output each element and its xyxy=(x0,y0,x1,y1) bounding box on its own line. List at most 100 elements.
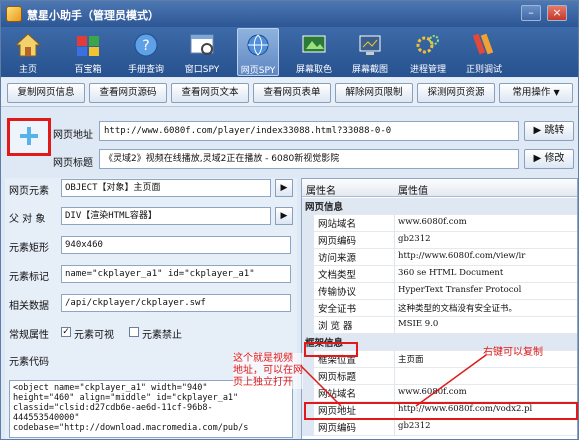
tool-regex[interactable]: 正则调试 xyxy=(463,28,505,76)
tool-manual[interactable]: ? 手册查询 xyxy=(125,28,167,76)
crosshair-icon xyxy=(20,127,38,145)
row-gutter xyxy=(302,249,314,266)
detect-resources-button[interactable]: 探测网页资源 xyxy=(417,83,495,103)
modify-button[interactable]: ▶ 修改 xyxy=(524,149,574,169)
row-gutter xyxy=(302,232,314,249)
markup-field[interactable]: name="ckplayer_a1" id="ckplayer_a1" xyxy=(61,265,291,283)
property-value: gb2312 xyxy=(398,421,431,431)
title-bar: 慧星小助手（管理员模式） – × xyxy=(1,1,578,27)
tool-label: 屏幕截图 xyxy=(351,65,388,75)
tool-web-spy[interactable]: 网页SPY xyxy=(237,28,279,76)
element-panel: 网页元素 OBJECT【对象】主页面 ▶ 父 对 象 DIV【渲染HTML容器】… xyxy=(5,178,297,439)
main-toolbar: 主页 百宝箱 ? 手册查询 窗口SPY 网页SPY 屏幕取色 屏幕截图 进程管理 xyxy=(1,27,578,77)
disabled-checkbox-label: 元素禁止 xyxy=(142,330,182,341)
tool-process[interactable]: 进程管理 xyxy=(407,28,449,76)
rect-label: 元素矩形 xyxy=(9,243,49,254)
element-label: 网页元素 xyxy=(9,186,49,197)
column-separator xyxy=(394,249,395,266)
property-name: 访问来源 xyxy=(318,253,357,264)
tool-toolbox[interactable]: 百宝箱 xyxy=(67,28,109,76)
modify-label: 修改 xyxy=(544,153,565,164)
process-icon xyxy=(416,35,439,54)
row-gutter xyxy=(302,317,314,334)
data-field[interactable]: /api/ckplayer/ckplayer.swf xyxy=(61,294,291,312)
column-separator xyxy=(394,283,395,300)
tool-label: 百宝箱 xyxy=(74,65,102,75)
code-label: 元素代码 xyxy=(9,357,49,368)
visible-checkbox[interactable]: ✓ xyxy=(61,327,71,337)
help-icon: ? xyxy=(134,33,158,57)
row-gutter xyxy=(302,215,314,232)
jump-button[interactable]: ▶ 跳转 xyxy=(524,121,574,141)
grid-property-row[interactable]: 传输协议 HyperText Transfer Protocol xyxy=(302,283,577,300)
property-value: MSIE 9.0 xyxy=(398,319,439,329)
annotation-note-left: 这个就是视频 地址，可以在网 页上独立打开 xyxy=(233,353,303,389)
jump-label: 跳转 xyxy=(544,125,565,136)
data-label: 相关数据 xyxy=(9,301,49,312)
row-gutter xyxy=(302,283,314,300)
minimize-button[interactable]: – xyxy=(521,5,541,21)
property-name: 传输协议 xyxy=(318,287,357,298)
grid-property-row[interactable]: 访问来源 http://www.6080f.com/view/ir xyxy=(302,249,577,266)
grid-category-row[interactable]: 网页信息 xyxy=(302,198,577,215)
tool-window-spy[interactable]: 窗口SPY xyxy=(181,28,223,76)
grid-property-row[interactable]: 文档类型 360 se HTML Document xyxy=(302,266,577,283)
property-value: www.6080f.com xyxy=(398,217,467,227)
disabled-checkbox[interactable] xyxy=(129,327,139,337)
view-source-button[interactable]: 查看网页源码 xyxy=(89,83,167,103)
grid-property-row[interactable]: 网页编码 gb2312 xyxy=(302,419,577,436)
column-separator xyxy=(394,419,395,436)
element-nav-button[interactable]: ▶ xyxy=(275,179,293,197)
view-text-button[interactable]: 查看网页文本 xyxy=(171,83,249,103)
regex-icon xyxy=(472,33,494,55)
grid-property-row[interactable]: 浏 览 器 MSIE 9.0 xyxy=(302,317,577,334)
app-window: 慧星小助手（管理员模式） – × 主页 百宝箱 ? 手册查询 窗口SPY 网页S… xyxy=(0,0,579,440)
element-field[interactable]: OBJECT【对象】主页面 xyxy=(61,179,271,197)
common-actions-label: 常用操作 xyxy=(512,87,551,98)
column-separator xyxy=(394,232,395,249)
row-gutter xyxy=(302,266,314,283)
parent-field[interactable]: DIV【渲染HTML容器】 xyxy=(61,207,271,225)
color-picker-icon xyxy=(302,35,326,53)
spy-crosshair-target[interactable] xyxy=(7,118,51,156)
tool-screenshot[interactable]: 屏幕截图 xyxy=(349,28,391,76)
tool-label: 进程管理 xyxy=(409,65,446,75)
property-name: 网页信息 xyxy=(305,202,344,213)
grid-property-row[interactable]: 网页编码 gb2312 xyxy=(302,232,577,249)
home-icon xyxy=(14,33,42,57)
property-name: 浏 览 器 xyxy=(318,321,353,332)
url-label: 网页地址 xyxy=(53,130,93,141)
toolbox-icon xyxy=(77,36,99,56)
grid-property-row[interactable]: 网站域名 www.6080f.com xyxy=(302,215,577,232)
tool-label: 网页SPY xyxy=(240,66,276,76)
property-name: 安全证书 xyxy=(318,304,357,315)
arrow-right-icon: ▶ xyxy=(533,153,542,164)
tool-color-picker[interactable]: 屏幕取色 xyxy=(293,28,335,76)
page-title-field[interactable]: 《灵域2》视频在线播放,灵域2正在播放 - 6080新视觉影院 xyxy=(99,149,519,169)
arrow-right-icon: ▶ xyxy=(533,125,542,136)
view-forms-button[interactable]: 查看网页表单 xyxy=(253,83,331,103)
col-name-header: 属性名 xyxy=(306,186,336,197)
property-value: http://www.6080f.com/view/ir xyxy=(398,251,526,261)
remove-restrictions-button[interactable]: 解除网页限制 xyxy=(335,83,413,103)
url-field[interactable]: http://www.6080f.com/player/index33088.h… xyxy=(99,121,519,141)
page-title-label: 网页标题 xyxy=(53,158,93,169)
window-spy-icon xyxy=(190,34,214,55)
property-value: gb2312 xyxy=(398,234,431,244)
close-button[interactable]: × xyxy=(547,5,567,21)
grid-header: 属性名 属性值 xyxy=(302,179,577,197)
markup-label: 元素标记 xyxy=(9,272,49,283)
property-value: 这种类型的文档没有安全证书。 xyxy=(398,304,518,314)
tool-label: 手册查询 xyxy=(127,65,164,75)
annotation-line: 这个就是视频 xyxy=(233,353,293,364)
tool-home[interactable]: 主页 xyxy=(7,28,49,76)
rect-field[interactable]: 940x460 xyxy=(61,236,291,254)
window-title: 慧星小助手（管理员模式） xyxy=(27,9,159,22)
property-name: 网页编码 xyxy=(318,423,357,434)
column-separator xyxy=(394,215,395,232)
chevron-down-icon: ▼ xyxy=(553,88,560,97)
common-actions-dropdown[interactable]: 常用操作 ▼ xyxy=(499,83,573,103)
parent-nav-button[interactable]: ▶ xyxy=(275,207,293,225)
grid-property-row[interactable]: 安全证书 这种类型的文档没有安全证书。 xyxy=(302,300,577,317)
copy-page-info-button[interactable]: 复制网页信息 xyxy=(7,83,85,103)
